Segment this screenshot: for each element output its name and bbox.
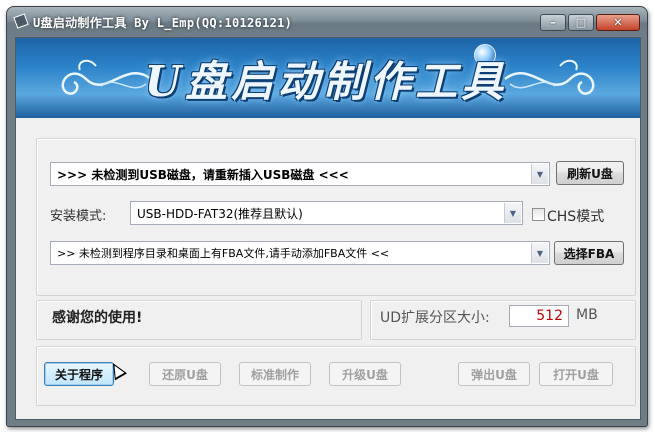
usb-device-select[interactable]: >>> 未检测到USB磁盘，请重新插入USB磁盘 <<< ▼ [50,162,550,186]
window-title: U盘启动制作工具 By L_Emp(QQ:10126121) [33,16,293,30]
install-mode-label: 安装模式: [50,209,107,224]
usb-drive-icon [13,13,29,29]
partition-size-input[interactable]: 512 [509,305,569,327]
title-bar[interactable]: U盘启动制作工具 By L_Emp(QQ:10126121) – □ ✕ [7,7,647,37]
upgrade-usb-button[interactable]: 升级U盘 [329,362,401,386]
fba-file-value: >> 未检测到程序目录和桌面上有FBA文件,请手动添加FBA文件 << [57,247,390,260]
banner-title: U盘启动制作工具 [144,57,508,106]
close-button[interactable]: ✕ [596,14,640,31]
restore-usb-button[interactable]: 还原U盘 [149,362,221,386]
chs-mode-checkbox[interactable] [532,208,545,221]
minimize-button[interactable]: – [540,14,566,31]
banner: U盘启动制作工具 [16,38,640,118]
open-usb-button[interactable]: 打开U盘 [539,362,613,386]
chevron-down-icon[interactable]: ▼ [531,164,548,184]
usb-device-value: >>> 未检测到USB磁盘，请重新插入USB磁盘 <<< [57,167,349,182]
maximize-button[interactable]: □ [568,14,594,31]
status-message: 感谢您的使用! [52,310,143,326]
eject-usb-button[interactable]: 弹出U盘 [458,362,530,386]
partition-size-label: UD扩展分区大小: [380,310,490,326]
install-mode-value: USB-HDD-FAT32(推荐且默认) [137,206,303,221]
fba-file-select[interactable]: >> 未检测到程序目录和桌面上有FBA文件,请手动添加FBA文件 << ▼ [50,241,550,265]
chevron-down-icon[interactable]: ▼ [504,203,521,223]
chs-mode-label[interactable]: CHS模式 [547,206,604,226]
select-fba-button[interactable]: 选择FBA [554,241,624,265]
partition-unit-label: MB [576,307,598,323]
refresh-usb-button[interactable]: 刷新U盘 [556,161,624,185]
install-mode-select[interactable]: USB-HDD-FAT32(推荐且默认) ▼ [130,201,523,225]
about-button[interactable]: 关于程序 [44,362,114,386]
chevron-down-icon[interactable]: ▼ [531,243,548,263]
standard-make-button[interactable]: 标准制作 [239,362,311,386]
